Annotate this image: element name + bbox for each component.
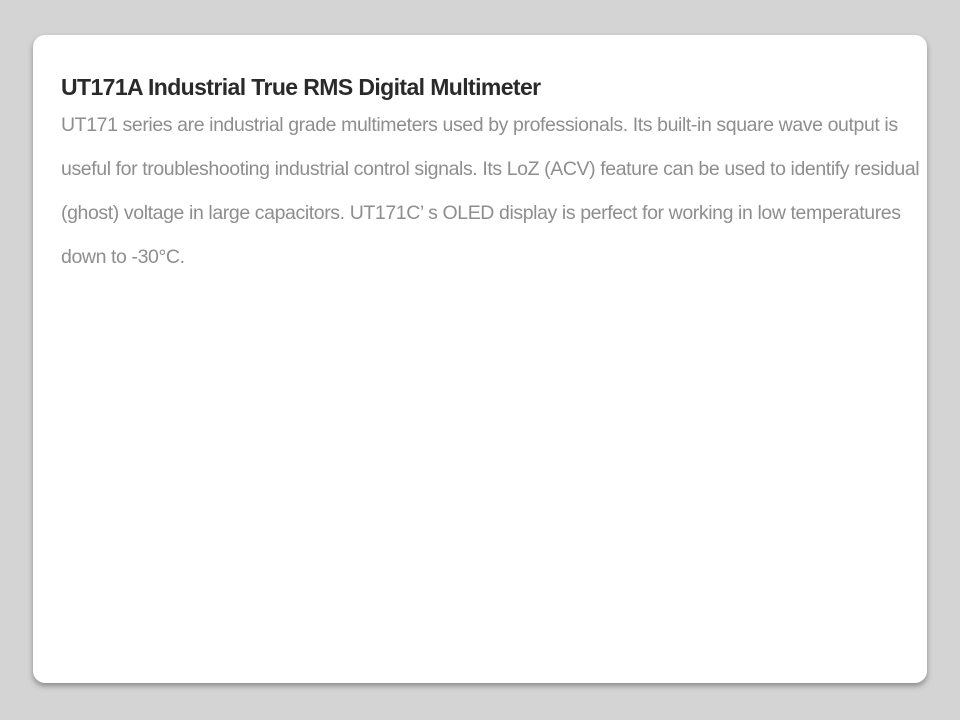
- product-description: UT171 series are industrial grade multim…: [61, 114, 920, 268]
- product-card: UT171A Industrial True RMS Digital Multi…: [33, 35, 927, 683]
- product-title: UT171A Industrial True RMS Digital Multi…: [61, 74, 541, 100]
